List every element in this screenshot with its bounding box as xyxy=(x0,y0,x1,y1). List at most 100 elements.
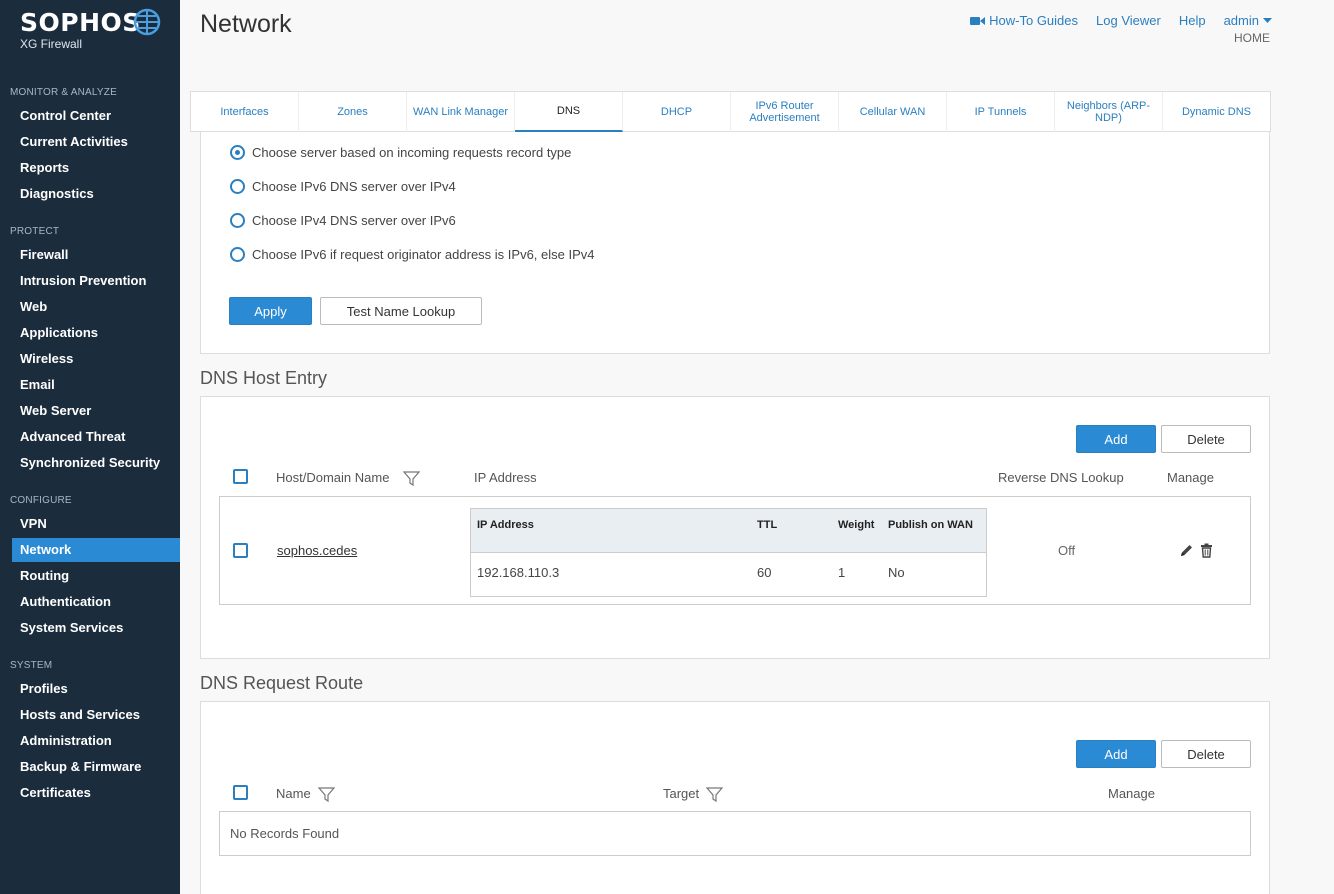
route-add-button[interactable]: Add xyxy=(1076,740,1156,768)
nav-certificates[interactable]: Certificates xyxy=(12,781,180,805)
section-monitor: MONITOR & ANALYZE xyxy=(10,87,117,98)
section-system: SYSTEM xyxy=(10,660,53,671)
host-delete-button[interactable]: Delete xyxy=(1161,425,1251,453)
sub-cell-ttl: 60 xyxy=(757,565,772,580)
nav-diagnostics[interactable]: Diagnostics xyxy=(12,182,180,206)
row-checkbox[interactable] xyxy=(233,543,248,558)
section-protect: PROTECT xyxy=(10,226,60,237)
sub-cell-publish: No xyxy=(888,565,905,580)
tab-cellular-wan[interactable]: Cellular WAN xyxy=(839,92,947,132)
caret-down-icon xyxy=(1263,17,1272,23)
ip-address-subtable: IP Address TTL Weight Publish on WAN 192… xyxy=(470,508,987,597)
sidebar: SOPHOS XG Firewall MONITOR & ANALYZE Con… xyxy=(0,0,180,894)
trash-icon[interactable] xyxy=(1200,543,1213,558)
radio-label: Choose IPv4 DNS server over IPv6 xyxy=(252,213,456,228)
nav-firewall[interactable]: Firewall xyxy=(12,243,180,267)
filter-icon[interactable] xyxy=(403,471,420,486)
col-target: Target xyxy=(663,786,700,801)
nav-current-activities[interactable]: Current Activities xyxy=(12,130,180,154)
radio-label: Choose IPv6 if request originator addres… xyxy=(252,247,595,262)
tab-zones[interactable]: Zones xyxy=(299,92,407,132)
nav-email[interactable]: Email xyxy=(12,373,180,397)
user-name: admin xyxy=(1223,13,1259,28)
nav-network[interactable]: Network xyxy=(12,538,180,562)
nav-synchronized-security[interactable]: Synchronized Security xyxy=(12,451,180,475)
route-select-all-checkbox[interactable] xyxy=(233,785,248,800)
radio-originator[interactable]: Choose IPv6 if request originator addres… xyxy=(230,247,595,262)
tab-interfaces[interactable]: Interfaces xyxy=(191,92,299,132)
radio-ipv6-over-ipv4[interactable]: Choose IPv6 DNS server over IPv4 xyxy=(230,179,456,194)
radio-button[interactable] xyxy=(230,247,245,262)
tab-dhcp[interactable]: DHCP xyxy=(623,92,731,132)
tab-dynamic-dns[interactable]: Dynamic DNS xyxy=(1163,92,1270,132)
section-configure: CONFIGURE xyxy=(10,495,72,506)
col-name: Name xyxy=(276,786,311,801)
host-name-link[interactable]: sophos.cedes xyxy=(277,543,357,558)
filter-icon[interactable] xyxy=(318,787,335,802)
radio-record-type[interactable]: Choose server based on incoming requests… xyxy=(230,145,571,160)
brand-logo[interactable]: SOPHOS XG Firewall xyxy=(20,8,141,51)
nav-web-server[interactable]: Web Server xyxy=(12,399,180,423)
col-manage: Manage xyxy=(1167,470,1214,485)
nav-intrusion-prevention[interactable]: Intrusion Prevention xyxy=(12,269,180,293)
tab-wan-link-manager[interactable]: WAN Link Manager xyxy=(407,92,515,132)
nav-backup-firmware[interactable]: Backup & Firmware xyxy=(12,755,180,779)
radio-button[interactable] xyxy=(230,179,245,194)
sub-col-weight: Weight xyxy=(838,519,875,531)
radio-ipv4-over-ipv6[interactable]: Choose IPv4 DNS server over IPv6 xyxy=(230,213,456,228)
host-select-all-checkbox[interactable] xyxy=(233,469,248,484)
brand-name: SOPHOS xyxy=(20,8,141,37)
log-viewer-link[interactable]: Log Viewer xyxy=(1096,13,1161,28)
col-ip-address: IP Address xyxy=(474,470,537,485)
edit-icon[interactable] xyxy=(1179,543,1194,558)
nav-profiles[interactable]: Profiles xyxy=(12,677,180,701)
dns-request-route-title: DNS Request Route xyxy=(200,673,364,693)
apply-button[interactable]: Apply xyxy=(229,297,312,325)
video-icon xyxy=(970,16,986,25)
nav-routing[interactable]: Routing xyxy=(12,564,180,588)
help-link[interactable]: Help xyxy=(1179,13,1206,28)
tab-dns[interactable]: DNS xyxy=(515,92,623,132)
nav-authentication[interactable]: Authentication xyxy=(12,590,180,614)
radio-button[interactable] xyxy=(230,145,245,160)
dns-host-entry-title: DNS Host Entry xyxy=(200,368,328,388)
sub-cell-weight: 1 xyxy=(838,565,846,580)
nav-web[interactable]: Web xyxy=(12,295,180,319)
nav-reports[interactable]: Reports xyxy=(12,156,180,180)
subtable-header xyxy=(471,509,986,553)
sub-col-ip: IP Address xyxy=(477,519,534,531)
nav-wireless[interactable]: Wireless xyxy=(12,347,180,371)
nav-hosts-and-services[interactable]: Hosts and Services xyxy=(12,703,180,727)
test-name-lookup-button[interactable]: Test Name Lookup xyxy=(320,297,482,325)
globe-icon xyxy=(133,8,161,36)
nav-control-center[interactable]: Control Center xyxy=(12,104,180,128)
nav-administration[interactable]: Administration xyxy=(12,729,180,753)
howto-link[interactable]: How-To Guides xyxy=(970,13,1078,28)
nav-vpn[interactable]: VPN xyxy=(12,512,180,536)
sub-col-publish: Publish on WAN xyxy=(888,519,973,531)
nav-advanced-threat[interactable]: Advanced Threat xyxy=(12,425,180,449)
tab-neighbors[interactable]: Neighbors (ARP-NDP) xyxy=(1055,92,1163,132)
col-host-domain: Host/Domain Name xyxy=(276,470,390,485)
radio-button[interactable] xyxy=(230,213,245,228)
filter-icon[interactable] xyxy=(706,787,723,802)
no-records-text: No Records Found xyxy=(230,826,340,841)
col-reverse-dns: Reverse DNS Lookup xyxy=(998,470,1124,485)
empty-row xyxy=(219,811,1251,856)
sub-cell-ip: 192.168.110.3 xyxy=(477,565,560,580)
user-menu[interactable]: admin xyxy=(1224,13,1272,28)
network-tabs: Interfaces Zones WAN Link Manager DNS DH… xyxy=(190,91,1271,132)
route-delete-button[interactable]: Delete xyxy=(1161,740,1251,768)
host-add-button[interactable]: Add xyxy=(1076,425,1156,453)
tab-ipv6-router-advertisement[interactable]: IPv6 Router Advertisement xyxy=(731,92,839,132)
nav-system-services[interactable]: System Services xyxy=(12,616,180,640)
nav-applications[interactable]: Applications xyxy=(12,321,180,345)
sub-col-ttl: TTL xyxy=(757,519,778,531)
page-title: Network xyxy=(200,10,292,38)
product-name: XG Firewall xyxy=(20,37,83,51)
tab-ip-tunnels[interactable]: IP Tunnels xyxy=(947,92,1055,132)
top-links: How-To Guides Log Viewer Help admin xyxy=(970,13,1272,28)
col-manage: Manage xyxy=(1108,786,1155,801)
breadcrumb-home[interactable]: HOME xyxy=(1234,31,1270,45)
howto-label: How-To Guides xyxy=(989,13,1079,28)
